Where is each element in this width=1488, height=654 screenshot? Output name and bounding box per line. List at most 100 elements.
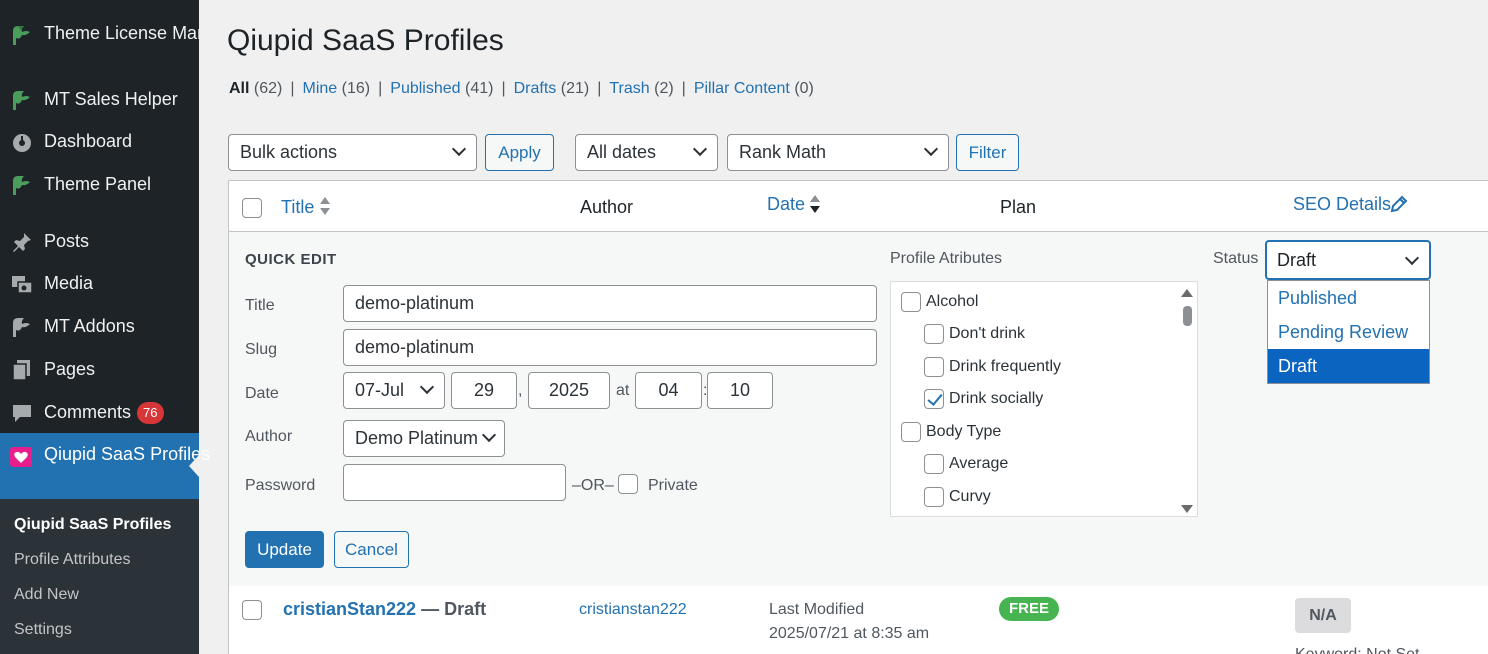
slug-label: Slug: [245, 341, 278, 358]
view-published[interactable]: Published: [390, 80, 460, 97]
submenu-item-profiles[interactable]: Qiupid SaaS Profiles: [14, 516, 171, 534]
status-select[interactable]: Draft: [1265, 240, 1431, 280]
attributes-scrollbar[interactable]: [1179, 282, 1197, 516]
sort-icon: [320, 197, 330, 215]
sidebar-item-theme-license-manager[interactable]: Theme License Manager: [0, 21, 243, 71]
row-author-link[interactable]: cristianstan222: [579, 601, 687, 619]
attribute-checkbox[interactable]: [901, 422, 921, 442]
view-all[interactable]: All: [229, 80, 249, 97]
attribute-item[interactable]: Body Type: [901, 422, 1001, 442]
attribute-item[interactable]: Average: [924, 454, 1008, 474]
scroll-thumb[interactable]: [1183, 306, 1192, 326]
attribute-checkbox[interactable]: [924, 487, 944, 507]
title-input[interactable]: demo-platinum: [343, 285, 877, 322]
column-seo-details[interactable]: SEO Details: [1293, 194, 1391, 215]
column-date[interactable]: Date: [767, 194, 805, 215]
row-checkbox[interactable]: [242, 600, 262, 620]
chevron-down-icon: [692, 141, 708, 157]
view-count: (0): [794, 80, 814, 97]
scroll-up-icon[interactable]: [1181, 289, 1193, 297]
at-text: at: [616, 382, 630, 399]
sidebar-item-comments[interactable]: Comments 76: [0, 401, 199, 427]
sidebar-item-label: Media: [44, 273, 94, 293]
chevron-down-icon: [923, 141, 939, 157]
status-option-draft[interactable]: Draft: [1268, 349, 1429, 383]
month-select[interactable]: 07-Jul: [343, 372, 445, 409]
attribute-checkbox[interactable]: [924, 324, 944, 344]
sidebar-item-mt-addons[interactable]: MT Addons: [0, 315, 199, 341]
sidebar-item-label: Pages: [44, 359, 96, 379]
status-dropdown-menu: Published Pending Review Draft: [1267, 280, 1430, 384]
view-filters: All (62) | Mine (16) | Published (41) | Drafts…: [229, 80, 814, 97]
sidebar-item-dashboard[interactable]: Dashboard: [0, 130, 199, 156]
table-row: cristianStan222 — Draft cristianstan222 …: [228, 586, 1488, 654]
password-input[interactable]: [343, 464, 566, 501]
view-mine[interactable]: Mine: [303, 80, 338, 97]
status-option-pending-review[interactable]: Pending Review: [1268, 315, 1429, 349]
attribute-item[interactable]: Alcohol: [901, 292, 978, 312]
author-label: Author: [245, 428, 293, 445]
attribute-checkbox[interactable]: [924, 454, 944, 474]
submenu-item-add-new[interactable]: Add New: [14, 586, 79, 604]
row-title-link[interactable]: cristianStan222: [283, 599, 416, 619]
update-button[interactable]: Update: [245, 531, 324, 568]
seo-filter-select[interactable]: Rank Math: [727, 134, 949, 171]
leaf-icon: [10, 173, 34, 197]
status-value: Draft: [1277, 250, 1317, 270]
view-trash[interactable]: Trash: [609, 80, 649, 97]
row-date-status: Last Modified: [769, 601, 865, 618]
attribute-item[interactable]: Drink socially: [924, 389, 1043, 409]
sidebar-item-label: Posts: [44, 231, 90, 251]
view-count: (2): [654, 80, 674, 97]
attribute-checkbox[interactable]: [924, 357, 944, 377]
row-state: — Draft: [416, 599, 487, 619]
dates-filter-select[interactable]: All dates: [575, 134, 718, 171]
chevron-down-icon: [481, 427, 497, 443]
attribute-item[interactable]: Don't drink: [924, 324, 1025, 344]
sidebar-item-theme-panel[interactable]: Theme Panel: [0, 173, 199, 199]
sidebar-item-posts[interactable]: Posts: [0, 230, 199, 256]
minute-input[interactable]: 10: [707, 372, 773, 409]
chevron-down-icon: [451, 141, 467, 157]
attribute-label: Average: [949, 455, 1009, 472]
quick-edit-heading: QUICK EDIT: [245, 251, 337, 268]
comment-count-badge: 76: [137, 402, 164, 424]
admin-sidebar: Theme License Manager MT Sales Helper Da…: [0, 0, 243, 654]
attribute-item[interactable]: Curvy: [924, 487, 991, 507]
status-option-published[interactable]: Published: [1268, 281, 1429, 315]
view-pillar-content[interactable]: Pillar Content: [694, 80, 790, 97]
day-input[interactable]: 29: [451, 372, 517, 409]
sidebar-item-media[interactable]: Media: [0, 272, 199, 298]
attribute-item[interactable]: Drink frequently: [924, 357, 1061, 377]
author-select[interactable]: Demo Platinum: [343, 420, 505, 457]
hour-input[interactable]: 04: [635, 372, 702, 409]
leaf-icon: [10, 23, 34, 47]
sidebar-submenu: Qiupid SaaS Profiles Profile Attributes …: [0, 499, 199, 654]
view-drafts[interactable]: Drafts: [514, 80, 557, 97]
sidebar-item-mt-sales-helper[interactable]: MT Sales Helper: [0, 88, 199, 114]
apply-button[interactable]: Apply: [485, 134, 554, 171]
comment-icon: [10, 401, 34, 425]
seo-filter-value: Rank Math: [739, 142, 827, 162]
scroll-down-icon[interactable]: [1181, 505, 1193, 513]
profile-attributes-list[interactable]: Alcohol Don't drink Drink frequently Dri…: [890, 281, 1198, 517]
bulk-actions-select[interactable]: Bulk actions: [228, 134, 477, 171]
filter-button[interactable]: Filter: [956, 134, 1019, 171]
submenu-item-settings[interactable]: Settings: [14, 621, 72, 639]
cancel-button[interactable]: Cancel: [334, 531, 409, 568]
attribute-checkbox-checked[interactable]: [924, 389, 944, 409]
title-label: Title: [245, 297, 275, 314]
column-title[interactable]: Title: [281, 197, 314, 218]
leaf-icon: [10, 315, 34, 339]
slug-input[interactable]: demo-platinum: [343, 329, 877, 366]
dates-filter-value: All dates: [587, 142, 657, 162]
select-all-checkbox[interactable]: [242, 198, 262, 218]
sidebar-item-qiupid-saas-profiles[interactable]: Qiupid SaaS Profiles: [0, 433, 210, 499]
profile-attributes-label: Profile Atributes: [890, 250, 1003, 267]
sidebar-item-pages[interactable]: Pages: [0, 358, 199, 384]
submenu-item-profile-attributes[interactable]: Profile Attributes: [14, 551, 131, 569]
year-input[interactable]: 2025: [528, 372, 610, 409]
private-checkbox[interactable]: [618, 474, 638, 494]
active-indicator: [189, 455, 199, 477]
attribute-checkbox[interactable]: [901, 292, 921, 312]
